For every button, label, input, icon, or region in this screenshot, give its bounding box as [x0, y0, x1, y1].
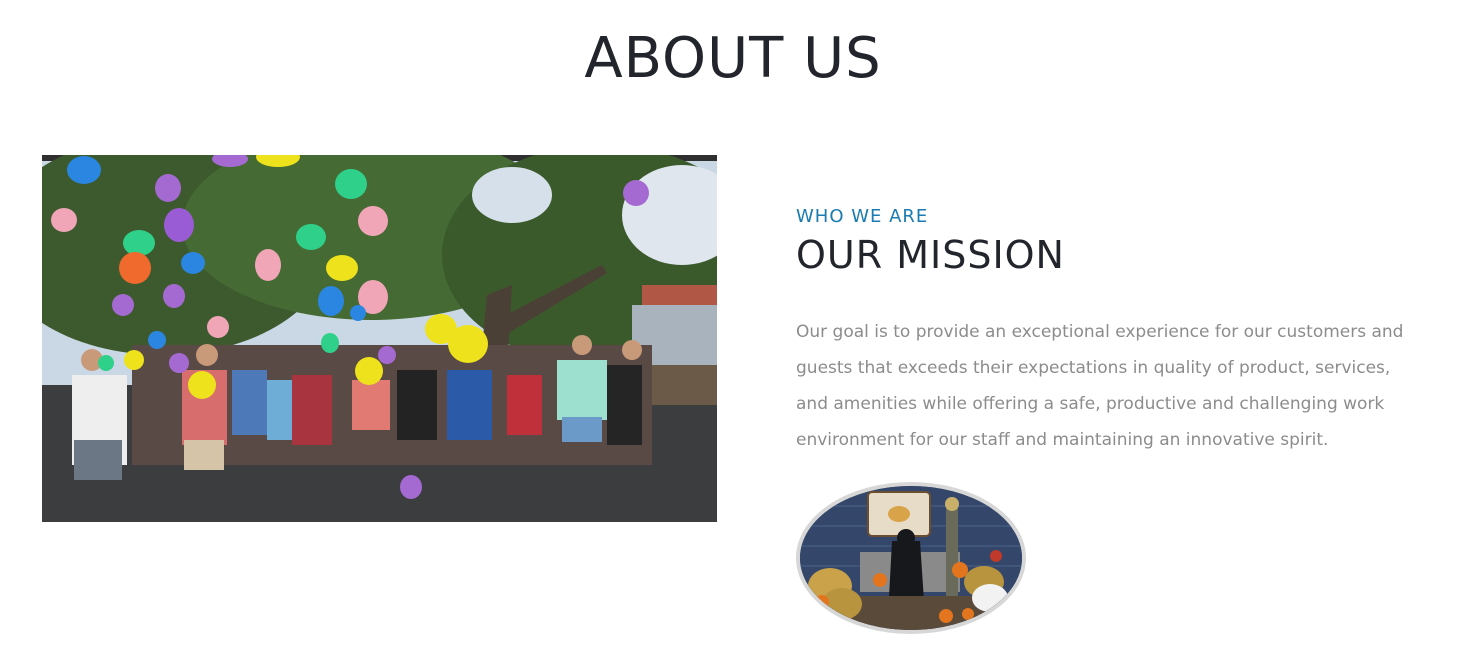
- mission-text: Our goal is to provide an exceptional ex…: [796, 322, 1404, 450]
- section-title: OUR MISSION: [796, 233, 1065, 277]
- mission-section: WHO WE ARE OUR MISSION Our goal is to pr…: [796, 205, 1436, 458]
- team-photo: [42, 155, 717, 522]
- cafe-photo: [796, 482, 1026, 634]
- section-eyebrow: WHO WE ARE: [796, 206, 929, 227]
- page-title: ABOUT US: [584, 26, 882, 91]
